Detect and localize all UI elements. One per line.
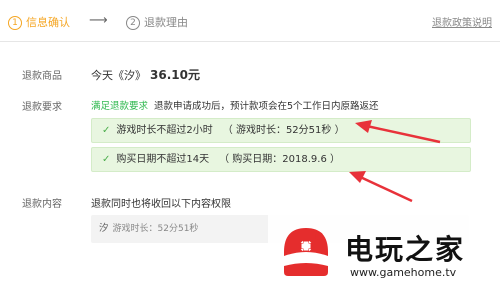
gamehome-logo-icon xyxy=(284,228,328,276)
watermark-title: 电玩之家 xyxy=(345,233,466,266)
check-detail: （ 购买日期：2018.9.6 ） xyxy=(219,154,341,165)
game-icon: 汐 xyxy=(99,223,109,234)
check-text: 购买日期不超过14天 xyxy=(116,154,210,165)
content-item-text: 游戏时长：52分51秒 xyxy=(112,224,199,234)
check-text: 游戏时长不超过2小时 xyxy=(116,125,213,136)
product-price: 36.10元 xyxy=(150,68,200,82)
check-playtime: ✓ 游戏时长不超过2小时 （ 游戏时长：52分51秒 ） xyxy=(91,118,471,143)
arrow-right-icon: ⟶ xyxy=(89,13,108,28)
product-value: 今天《汐》 36.10元 xyxy=(91,66,200,83)
product-name: 今天《汐》 xyxy=(91,69,146,82)
check-icon: ✓ xyxy=(102,154,111,165)
check-detail: （ 游戏时长：52分51秒 ） xyxy=(222,125,345,136)
step-number: 1 xyxy=(8,16,22,30)
content-note: 退款同时也将收回以下内容权限 xyxy=(91,199,231,210)
step-number: 2 xyxy=(126,16,140,30)
content-label: 退款内容 xyxy=(22,199,62,210)
check-icon: ✓ xyxy=(102,125,111,136)
steps-header: 1 信息确认 ⟶ 2 退款理由 退款政策说明 xyxy=(0,0,500,42)
step-info-confirm: 1 信息确认 xyxy=(8,14,70,30)
requirement-message: 退款申请成功后，预计款项会在5个工作日内原路返还 xyxy=(154,101,379,112)
step-refund-reason: 2 退款理由 xyxy=(126,14,188,30)
requirement-status: 满足退款要求 xyxy=(91,101,149,112)
check-purchase-date: ✓ 购买日期不超过14天 （ 购买日期：2018.9.6 ） xyxy=(91,147,471,172)
requirement-line: 满足退款要求 退款申请成功后，预计款项会在5个工作日内原路返还 xyxy=(91,98,379,112)
watermark-url: www.gamehome.tv xyxy=(350,266,457,279)
step-label: 信息确认 xyxy=(26,16,70,29)
requirement-label: 退款要求 xyxy=(22,102,62,113)
refund-policy-link[interactable]: 退款政策说明 xyxy=(432,14,492,29)
product-label: 退款商品 xyxy=(22,71,62,82)
step-label: 退款理由 xyxy=(144,16,188,29)
annotation-arrow-icon xyxy=(349,171,413,203)
